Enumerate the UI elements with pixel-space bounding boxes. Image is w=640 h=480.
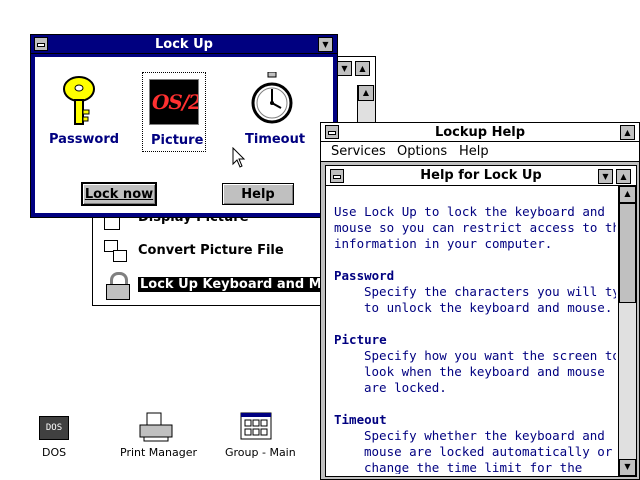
- list-item-label-selected: Lock Up Keyboard and Mous: [138, 277, 324, 292]
- help-button-label: Help: [241, 186, 275, 202]
- section-line: to unlock the keyboard and mouse.: [364, 300, 613, 315]
- program-group-icon: [240, 412, 272, 440]
- help-panel-titlebar[interactable]: Help for Lock Up: [326, 166, 636, 186]
- section-line: Specify whether the keyboard and: [364, 428, 605, 443]
- background-maximize-button[interactable]: ▲: [355, 61, 370, 76]
- menu-help[interactable]: Help: [459, 144, 489, 159]
- lockup-system-menu-button[interactable]: [34, 37, 48, 51]
- picture-badge: OS/2: [152, 90, 199, 114]
- printer-icon: [139, 412, 173, 442]
- help-panel-maximize-button[interactable]: ▲: [616, 169, 631, 184]
- desktop-icon-print-manager[interactable]: Print Manager: [116, 412, 200, 462]
- help-window-title: Lockup Help: [434, 124, 526, 140]
- help-button[interactable]: Help: [222, 183, 294, 205]
- intro-line: Use Lock Up to lock the keyboard and: [334, 204, 605, 219]
- section-line: change the time limit for the: [364, 460, 583, 474]
- list-item-label: Convert Picture File: [138, 243, 284, 258]
- convert-file-icon: [104, 240, 127, 262]
- scroll-up-button[interactable]: ▲: [358, 85, 374, 101]
- dos-badge: DOS: [45, 423, 63, 433]
- help-window: Lockup Help ▲ Services Options Help Help…: [320, 122, 640, 480]
- password-label: Password: [49, 132, 120, 147]
- lock-now-button[interactable]: Lock now: [81, 182, 157, 206]
- lockup-title: Lock Up: [155, 36, 213, 52]
- help-scroll-thumb[interactable]: [619, 203, 636, 303]
- print-manager-label: Print Manager: [120, 446, 198, 459]
- help-vertical-scrollbar[interactable]: ▲ ▼: [618, 186, 636, 476]
- section-heading-password[interactable]: Password: [334, 268, 616, 284]
- section-line: are locked.: [364, 380, 447, 395]
- menu-services[interactable]: Services: [331, 144, 386, 159]
- section-line: mouse are locked automatically or: [364, 444, 613, 459]
- group-main-label: Group - Main: [225, 446, 296, 459]
- help-window-system-menu-button[interactable]: [325, 125, 339, 139]
- intro-line: mouse so you can restrict access to the: [334, 220, 616, 235]
- section-line: Specify the characters you will type: [364, 284, 616, 299]
- help-window-maximize-button[interactable]: ▲: [620, 125, 635, 140]
- list-item-lock-up[interactable]: Lock Up Keyboard and Mous: [104, 270, 324, 302]
- section-line: Specify how you want the screen to: [364, 348, 616, 363]
- section-heading-picture[interactable]: Picture: [334, 332, 616, 348]
- password-option[interactable]: Password: [46, 74, 120, 152]
- help-scroll-down-button[interactable]: ▼: [619, 459, 636, 476]
- help-content: Use Lock Up to lock the keyboard and mou…: [334, 204, 616, 474]
- timeout-label: Timeout: [245, 132, 306, 147]
- section-heading-timeout[interactable]: Timeout: [334, 412, 616, 428]
- help-panel-system-menu-button[interactable]: [330, 169, 344, 183]
- lockup-titlebar[interactable]: Lock Up: [31, 35, 337, 54]
- section-line: look when the keyboard and mouse: [364, 364, 605, 379]
- desktop-icon-group-main[interactable]: Group - Main: [222, 412, 298, 462]
- dos-label: DOS: [42, 446, 67, 459]
- background-minimize-button[interactable]: ▼: [337, 61, 352, 76]
- picture-option[interactable]: OS/2 Picture: [142, 72, 206, 152]
- help-menubar: Services Options Help: [321, 142, 639, 162]
- timeout-option[interactable]: Timeout: [240, 70, 310, 152]
- mouse-pointer-icon: [232, 147, 246, 168]
- picture-label: Picture: [151, 133, 204, 148]
- help-window-titlebar[interactable]: Lockup Help: [321, 123, 639, 142]
- padlock-icon: [106, 272, 130, 300]
- help-scroll-up-button[interactable]: ▲: [619, 186, 636, 203]
- list-item-convert-picture[interactable]: Convert Picture File: [104, 240, 324, 264]
- menu-options[interactable]: Options: [397, 144, 447, 159]
- lock-now-label: Lock now: [84, 186, 154, 202]
- stopwatch-icon: [251, 72, 293, 124]
- lockup-minimize-button[interactable]: ▼: [318, 37, 333, 52]
- key-icon: [63, 76, 95, 125]
- desktop-icon-dos[interactable]: DOS DOS: [32, 414, 76, 462]
- os2-picture-icon: OS/2: [149, 79, 199, 125]
- help-panel-minimize-button[interactable]: ▼: [598, 169, 613, 184]
- dos-icon: DOS: [39, 416, 69, 440]
- intro-line: information in your computer.: [334, 236, 553, 251]
- help-panel-title: Help for Lock Up: [420, 168, 542, 183]
- help-panel: Help for Lock Up ▼ ▲ Use Lock Up to lock…: [325, 165, 637, 477]
